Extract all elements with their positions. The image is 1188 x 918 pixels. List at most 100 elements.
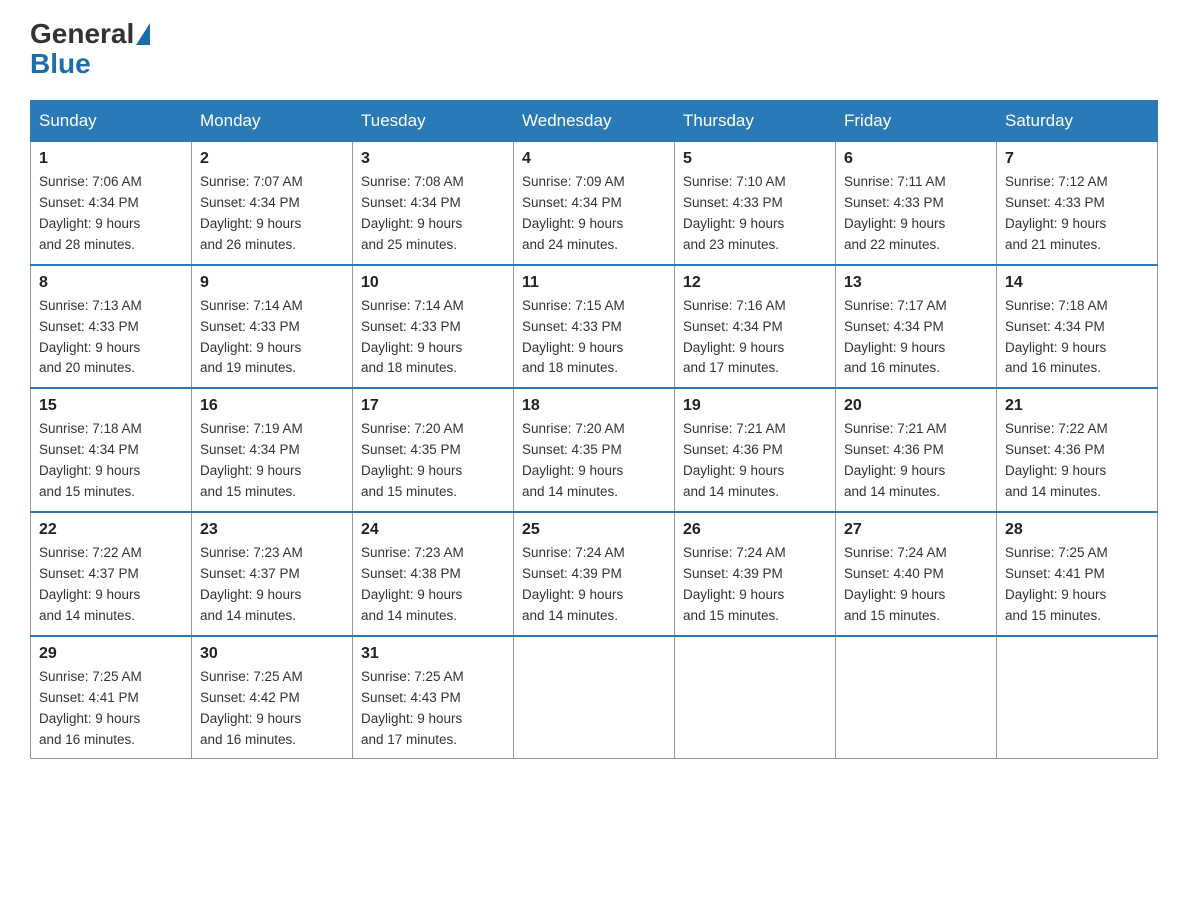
calendar-cell: 1 Sunrise: 7:06 AM Sunset: 4:34 PM Dayli… <box>31 142 192 265</box>
calendar-cell: 5 Sunrise: 7:10 AM Sunset: 4:33 PM Dayli… <box>675 142 836 265</box>
day-number: 19 <box>683 397 827 415</box>
day-number: 22 <box>39 521 183 539</box>
day-info: Sunrise: 7:20 AM Sunset: 4:35 PM Dayligh… <box>361 419 505 503</box>
day-info: Sunrise: 7:24 AM Sunset: 4:40 PM Dayligh… <box>844 543 988 627</box>
calendar-week-row: 1 Sunrise: 7:06 AM Sunset: 4:34 PM Dayli… <box>31 142 1158 265</box>
day-info: Sunrise: 7:19 AM Sunset: 4:34 PM Dayligh… <box>200 419 344 503</box>
calendar-cell <box>997 636 1158 759</box>
calendar-cell: 28 Sunrise: 7:25 AM Sunset: 4:41 PM Dayl… <box>997 512 1158 636</box>
logo-general-text: General <box>30 20 134 48</box>
day-number: 17 <box>361 397 505 415</box>
calendar-cell: 30 Sunrise: 7:25 AM Sunset: 4:42 PM Dayl… <box>192 636 353 759</box>
day-info: Sunrise: 7:15 AM Sunset: 4:33 PM Dayligh… <box>522 296 666 380</box>
day-number: 26 <box>683 521 827 539</box>
calendar-cell: 10 Sunrise: 7:14 AM Sunset: 4:33 PM Dayl… <box>353 265 514 389</box>
day-info: Sunrise: 7:23 AM Sunset: 4:38 PM Dayligh… <box>361 543 505 627</box>
day-number: 9 <box>200 274 344 292</box>
day-info: Sunrise: 7:12 AM Sunset: 4:33 PM Dayligh… <box>1005 172 1149 256</box>
calendar-cell: 14 Sunrise: 7:18 AM Sunset: 4:34 PM Dayl… <box>997 265 1158 389</box>
day-number: 29 <box>39 645 183 663</box>
calendar-cell: 21 Sunrise: 7:22 AM Sunset: 4:36 PM Dayl… <box>997 388 1158 512</box>
calendar-cell <box>836 636 997 759</box>
day-info: Sunrise: 7:20 AM Sunset: 4:35 PM Dayligh… <box>522 419 666 503</box>
calendar-cell: 23 Sunrise: 7:23 AM Sunset: 4:37 PM Dayl… <box>192 512 353 636</box>
day-number: 18 <box>522 397 666 415</box>
calendar-cell: 2 Sunrise: 7:07 AM Sunset: 4:34 PM Dayli… <box>192 142 353 265</box>
day-number: 10 <box>361 274 505 292</box>
calendar-cell: 7 Sunrise: 7:12 AM Sunset: 4:33 PM Dayli… <box>997 142 1158 265</box>
day-number: 7 <box>1005 150 1149 168</box>
day-info: Sunrise: 7:25 AM Sunset: 4:43 PM Dayligh… <box>361 667 505 751</box>
calendar-cell: 29 Sunrise: 7:25 AM Sunset: 4:41 PM Dayl… <box>31 636 192 759</box>
calendar-cell: 26 Sunrise: 7:24 AM Sunset: 4:39 PM Dayl… <box>675 512 836 636</box>
day-info: Sunrise: 7:06 AM Sunset: 4:34 PM Dayligh… <box>39 172 183 256</box>
day-info: Sunrise: 7:11 AM Sunset: 4:33 PM Dayligh… <box>844 172 988 256</box>
page-header: General Blue <box>30 20 1158 80</box>
day-number: 15 <box>39 397 183 415</box>
day-info: Sunrise: 7:17 AM Sunset: 4:34 PM Dayligh… <box>844 296 988 380</box>
day-number: 14 <box>1005 274 1149 292</box>
day-info: Sunrise: 7:21 AM Sunset: 4:36 PM Dayligh… <box>683 419 827 503</box>
day-info: Sunrise: 7:09 AM Sunset: 4:34 PM Dayligh… <box>522 172 666 256</box>
calendar-table: SundayMondayTuesdayWednesdayThursdayFrid… <box>30 100 1158 759</box>
day-number: 2 <box>200 150 344 168</box>
calendar-cell: 17 Sunrise: 7:20 AM Sunset: 4:35 PM Dayl… <box>353 388 514 512</box>
day-info: Sunrise: 7:23 AM Sunset: 4:37 PM Dayligh… <box>200 543 344 627</box>
day-number: 31 <box>361 645 505 663</box>
calendar-cell: 13 Sunrise: 7:17 AM Sunset: 4:34 PM Dayl… <box>836 265 997 389</box>
logo-blue-text: Blue <box>30 48 91 79</box>
column-header-sunday: Sunday <box>31 101 192 142</box>
day-number: 21 <box>1005 397 1149 415</box>
calendar-cell: 22 Sunrise: 7:22 AM Sunset: 4:37 PM Dayl… <box>31 512 192 636</box>
day-number: 24 <box>361 521 505 539</box>
calendar-week-row: 22 Sunrise: 7:22 AM Sunset: 4:37 PM Dayl… <box>31 512 1158 636</box>
day-number: 4 <box>522 150 666 168</box>
day-info: Sunrise: 7:24 AM Sunset: 4:39 PM Dayligh… <box>683 543 827 627</box>
calendar-cell: 3 Sunrise: 7:08 AM Sunset: 4:34 PM Dayli… <box>353 142 514 265</box>
calendar-cell: 9 Sunrise: 7:14 AM Sunset: 4:33 PM Dayli… <box>192 265 353 389</box>
day-number: 30 <box>200 645 344 663</box>
column-header-friday: Friday <box>836 101 997 142</box>
day-info: Sunrise: 7:16 AM Sunset: 4:34 PM Dayligh… <box>683 296 827 380</box>
calendar-cell: 19 Sunrise: 7:21 AM Sunset: 4:36 PM Dayl… <box>675 388 836 512</box>
day-number: 27 <box>844 521 988 539</box>
day-info: Sunrise: 7:14 AM Sunset: 4:33 PM Dayligh… <box>200 296 344 380</box>
day-number: 13 <box>844 274 988 292</box>
day-info: Sunrise: 7:18 AM Sunset: 4:34 PM Dayligh… <box>39 419 183 503</box>
day-info: Sunrise: 7:25 AM Sunset: 4:41 PM Dayligh… <box>39 667 183 751</box>
day-info: Sunrise: 7:14 AM Sunset: 4:33 PM Dayligh… <box>361 296 505 380</box>
day-number: 23 <box>200 521 344 539</box>
day-info: Sunrise: 7:18 AM Sunset: 4:34 PM Dayligh… <box>1005 296 1149 380</box>
day-number: 5 <box>683 150 827 168</box>
day-info: Sunrise: 7:25 AM Sunset: 4:42 PM Dayligh… <box>200 667 344 751</box>
calendar-cell: 11 Sunrise: 7:15 AM Sunset: 4:33 PM Dayl… <box>514 265 675 389</box>
day-info: Sunrise: 7:21 AM Sunset: 4:36 PM Dayligh… <box>844 419 988 503</box>
calendar-cell: 12 Sunrise: 7:16 AM Sunset: 4:34 PM Dayl… <box>675 265 836 389</box>
calendar-week-row: 15 Sunrise: 7:18 AM Sunset: 4:34 PM Dayl… <box>31 388 1158 512</box>
column-header-tuesday: Tuesday <box>353 101 514 142</box>
calendar-header-row: SundayMondayTuesdayWednesdayThursdayFrid… <box>31 101 1158 142</box>
day-info: Sunrise: 7:22 AM Sunset: 4:37 PM Dayligh… <box>39 543 183 627</box>
day-number: 16 <box>200 397 344 415</box>
day-info: Sunrise: 7:08 AM Sunset: 4:34 PM Dayligh… <box>361 172 505 256</box>
day-number: 12 <box>683 274 827 292</box>
calendar-cell: 15 Sunrise: 7:18 AM Sunset: 4:34 PM Dayl… <box>31 388 192 512</box>
column-header-thursday: Thursday <box>675 101 836 142</box>
day-number: 25 <box>522 521 666 539</box>
column-header-saturday: Saturday <box>997 101 1158 142</box>
calendar-cell: 31 Sunrise: 7:25 AM Sunset: 4:43 PM Dayl… <box>353 636 514 759</box>
calendar-cell: 8 Sunrise: 7:13 AM Sunset: 4:33 PM Dayli… <box>31 265 192 389</box>
day-number: 8 <box>39 274 183 292</box>
day-info: Sunrise: 7:24 AM Sunset: 4:39 PM Dayligh… <box>522 543 666 627</box>
day-number: 6 <box>844 150 988 168</box>
day-number: 3 <box>361 150 505 168</box>
day-number: 1 <box>39 150 183 168</box>
day-info: Sunrise: 7:22 AM Sunset: 4:36 PM Dayligh… <box>1005 419 1149 503</box>
calendar-cell <box>514 636 675 759</box>
day-info: Sunrise: 7:10 AM Sunset: 4:33 PM Dayligh… <box>683 172 827 256</box>
column-header-wednesday: Wednesday <box>514 101 675 142</box>
day-info: Sunrise: 7:25 AM Sunset: 4:41 PM Dayligh… <box>1005 543 1149 627</box>
calendar-week-row: 29 Sunrise: 7:25 AM Sunset: 4:41 PM Dayl… <box>31 636 1158 759</box>
calendar-cell: 27 Sunrise: 7:24 AM Sunset: 4:40 PM Dayl… <box>836 512 997 636</box>
calendar-cell: 25 Sunrise: 7:24 AM Sunset: 4:39 PM Dayl… <box>514 512 675 636</box>
